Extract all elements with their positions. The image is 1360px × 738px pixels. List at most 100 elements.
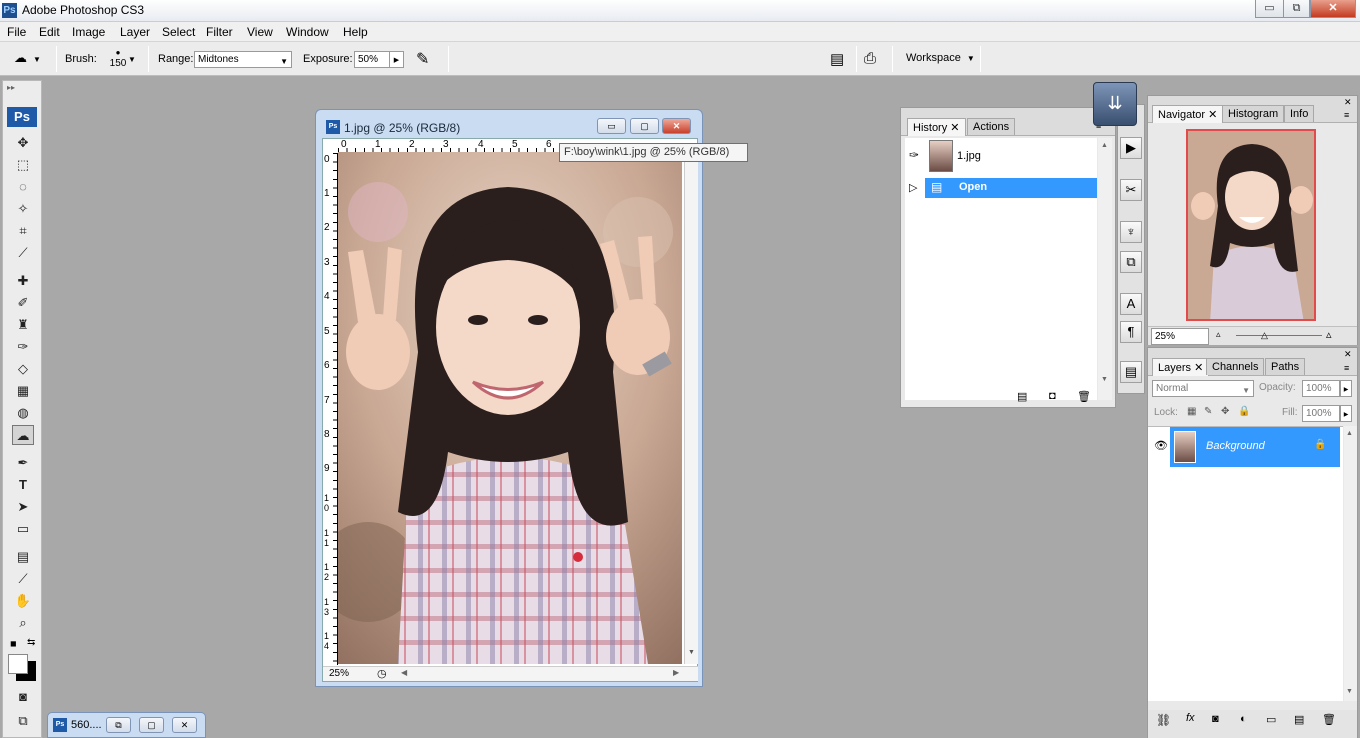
tab-actions[interactable]: Actions [967,118,1016,135]
min-doc-restore-button[interactable]: ⧉ [106,717,131,733]
path-select-tool-icon[interactable]: ➤ [12,497,34,517]
menu-file[interactable]: File [7,25,26,39]
workspace-menu[interactable]: Workspace ▼ [906,52,975,64]
new-document-from-state-icon[interactable]: ▤ [1017,390,1027,403]
lock-pixels-icon[interactable]: ✎ [1204,406,1212,417]
new-layer-icon[interactable]: ▤ [1294,713,1304,726]
layer-name[interactable]: Background [1206,440,1265,452]
airbrush-icon[interactable]: ✎ [416,49,429,69]
character-icon[interactable]: A [1120,293,1142,315]
collapse-arrows-icon[interactable]: ▸▸ [7,83,15,92]
lasso-tool-icon[interactable]: ◌ [12,177,34,197]
layer-style-icon[interactable]: fx [1186,712,1195,724]
minimize-window-button[interactable]: ▭ [1255,0,1284,18]
pen-tool-icon[interactable]: ✒ [12,453,34,473]
doc-close-button[interactable]: ✕ [662,118,691,134]
close-icon[interactable]: ✕ [1208,109,1217,121]
tab-channels[interactable]: Channels [1206,358,1265,375]
swap-colors-icon[interactable]: ⇆ [27,637,35,648]
tab-histogram[interactable]: Histogram [1222,105,1285,122]
menu-image[interactable]: Image [72,25,105,39]
tab-layers[interactable]: Layers ✕ [1152,358,1210,376]
lock-transparency-icon[interactable]: ▦ [1187,406,1196,417]
zoom-level[interactable]: 25% [329,668,349,679]
menu-layer[interactable]: Layer [120,25,150,39]
layer-row-background[interactable]: Background 🔒 [1170,427,1340,467]
expand-panels-button[interactable]: ⇊ [1093,82,1137,126]
foreground-color-swatch[interactable] [8,654,28,674]
panel-menu-icon[interactable]: ≡ [1344,363,1349,373]
scroll-right-icon[interactable]: ▶ [673,668,679,677]
scroll-down-icon[interactable]: ▼ [1101,376,1108,383]
doc-maximize-button[interactable]: ▢ [630,118,659,134]
scroll-up-icon[interactable]: ▲ [1101,142,1108,149]
scroll-down-icon[interactable]: ▼ [688,649,695,656]
scroll-up-icon[interactable]: ▲ [1346,430,1353,437]
tool-preset-picker[interactable]: ☁ ▼ [14,50,50,68]
healing-brush-tool-icon[interactable]: ✚ [12,271,34,291]
layer-mask-icon[interactable]: ◙ [1212,713,1219,725]
panel-menu-icon[interactable]: ≡ [1344,110,1349,120]
tab-navigator[interactable]: Navigator ✕ [1152,105,1224,123]
zoom-slider-thumb[interactable]: △ [1261,330,1268,341]
history-brush-tool-icon[interactable]: ✑ [12,337,34,357]
close-icon[interactable]: ✕ [1344,97,1352,108]
navigator-zoom-input[interactable]: 25% [1151,328,1209,345]
default-colors-icon[interactable]: ◼ [10,639,17,648]
notes-tool-icon[interactable]: ▤ [12,547,34,567]
paragraph-icon[interactable]: ¶ [1120,321,1142,343]
move-tool-icon[interactable]: ✥ [12,133,34,153]
blend-mode-select[interactable]: Normal ▼ [1152,380,1254,397]
eye-icon[interactable]: 👁 [1154,439,1168,452]
palette-well-icon[interactable]: ▤ [830,50,844,68]
stamp-tool-icon[interactable]: ♜ [12,315,34,335]
chevron-down-icon[interactable]: ▼ [128,55,136,64]
history-scrollbar[interactable]: ▲ ▼ [1098,138,1112,400]
screen-mode-icon[interactable]: ⧉ [12,711,34,731]
lock-all-icon[interactable]: 🔒 [1238,406,1250,417]
fill-slider-button[interactable]: ▶ [1340,405,1352,422]
tab-paths[interactable]: Paths [1265,358,1306,375]
shape-tool-icon[interactable]: ▭ [12,519,34,539]
brush-tool-icon[interactable]: ✐ [12,293,34,313]
link-layers-icon[interactable]: ⛓ [1156,713,1171,727]
trash-icon[interactable]: 🗑 [1077,390,1091,403]
menu-edit[interactable]: Edit [39,25,60,39]
vertical-scrollbar[interactable]: ▼ [684,154,698,664]
clone-source-icon[interactable]: ⧉ [1120,251,1142,273]
new-snapshot-icon[interactable]: ◘ [1049,390,1056,402]
eyedropper-tool-icon[interactable]: ⟋ [12,569,34,589]
history-item-open[interactable]: ▷ ▤ Open [909,178,1097,198]
zoom-slider[interactable] [1236,335,1322,336]
menu-help[interactable]: Help [343,25,368,39]
bridge-icon[interactable]: ⎙ [864,50,876,67]
close-icon[interactable]: ✕ [1344,349,1352,360]
opacity-slider-button[interactable]: ▶ [1340,380,1352,397]
fill-input[interactable]: 100% [1302,405,1340,422]
snapshot-thumbnail[interactable] [929,140,953,172]
scroll-down-icon[interactable]: ▼ [1346,688,1353,695]
gradient-tool-icon[interactable]: ▦ [12,381,34,401]
zoom-out-icon[interactable]: ▵ [1216,329,1221,340]
tab-history[interactable]: History ✕ [907,118,966,136]
actions-play-icon[interactable]: ▶ [1120,137,1142,159]
menu-select[interactable]: Select [162,25,195,39]
doc-minimize-button[interactable]: ▭ [597,118,626,134]
layer-comps-icon[interactable]: ▤ [1120,361,1142,383]
new-group-icon[interactable]: ▭ [1266,713,1276,726]
trash-icon[interactable]: 🗑 [1322,713,1336,726]
slice-tool-icon[interactable]: ⟋ [12,243,34,263]
exposure-input[interactable]: 50% [354,51,390,68]
menu-view[interactable]: View [247,25,273,39]
snapshot-label[interactable]: 1.jpg [957,150,981,162]
close-window-button[interactable]: ✕ [1310,0,1356,18]
min-doc-maximize-button[interactable]: ▢ [139,717,164,733]
marquee-tool-icon[interactable]: ⬚ [12,155,34,175]
exposure-slider-button[interactable]: ▶ [389,51,404,68]
close-icon[interactable]: ✕ [950,122,959,134]
eraser-tool-icon[interactable]: ◇ [12,359,34,379]
lock-position-icon[interactable]: ✥ [1221,406,1229,417]
crop-tool-icon[interactable]: ⌗ [12,221,34,241]
menu-window[interactable]: Window [286,25,329,39]
min-doc-close-button[interactable]: ✕ [172,717,197,733]
